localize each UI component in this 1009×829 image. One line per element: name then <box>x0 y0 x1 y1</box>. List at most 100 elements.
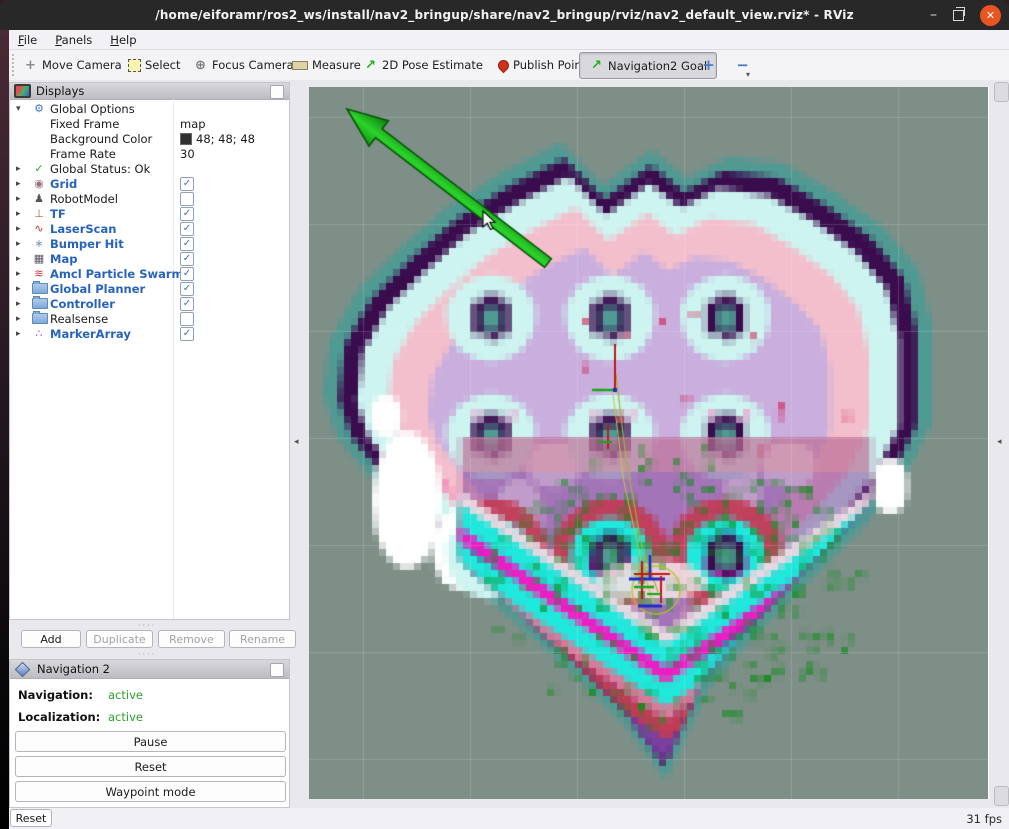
rename-button: Rename <box>229 630 296 648</box>
tool-2d-pose-estimate[interactable]: ↗2D Pose Estimate <box>363 54 483 76</box>
tree-row-controller[interactable]: ▸Controller✓ <box>10 296 289 311</box>
tool-dropdown-caret[interactable]: ▾ <box>746 70 750 79</box>
enabled-checkbox[interactable]: ✓ <box>180 207 194 221</box>
navigation2-panel-header[interactable]: Navigation 2 <box>10 660 289 679</box>
tree-row-label: Grid <box>50 177 77 191</box>
tool-add-tool[interactable]: + <box>701 54 716 76</box>
minimize-icon[interactable]: – <box>930 10 937 20</box>
displays-panel-header[interactable]: Displays <box>10 83 289 100</box>
tree-row-realsense[interactable]: ▸ Realsense <box>10 311 289 326</box>
enabled-checkbox[interactable]: ✓ <box>180 237 194 251</box>
property-value[interactable]: map <box>180 117 206 131</box>
enabled-checkbox[interactable] <box>180 192 194 206</box>
tool-label: Measure <box>312 58 361 72</box>
enabled-checkbox[interactable]: ✓ <box>180 177 194 191</box>
expander-right-icon[interactable]: ▸ <box>16 299 26 309</box>
splitter-dots[interactable]: ···· <box>138 621 156 630</box>
tree-row-amcl-particle-swarm[interactable]: ▸≋Amcl Particle Swarm✓ <box>10 266 289 281</box>
restore-icon[interactable] <box>953 10 964 21</box>
publish-point-icon <box>496 57 512 73</box>
enabled-checkbox[interactable]: ✓ <box>180 327 194 341</box>
right-splitter-handle[interactable] <box>994 786 1009 806</box>
tree-row-label: Global Options <box>50 102 135 116</box>
expander-right-icon[interactable]: ▸ <box>16 254 26 264</box>
toolbar-drag-handle[interactable] <box>12 54 14 76</box>
fps-counter: 31 fps <box>966 812 1002 826</box>
expander-down-icon[interactable]: ▾ <box>16 104 26 114</box>
expander-right-icon[interactable]: ▸ <box>16 239 26 249</box>
enabled-checkbox[interactable]: ✓ <box>180 282 194 296</box>
displays-float-button[interactable] <box>270 85 284 99</box>
time-reset-button[interactable]: Reset <box>10 809 52 827</box>
enabled-checkbox[interactable] <box>180 312 194 326</box>
window-title: /home/eiforamr/ros2_ws/install/nav2_brin… <box>155 8 854 22</box>
measure-icon <box>292 61 308 70</box>
tree-row-frame-rate[interactable]: Frame Rate30 <box>10 146 289 161</box>
add-button[interactable]: Add <box>21 630 81 648</box>
remove-button: Remove <box>158 630 225 648</box>
tree-row-background-color[interactable]: Background Color 48; 48; 48 <box>10 131 289 146</box>
tree-row-tf[interactable]: ▸ ⊥ TF ✓ <box>10 206 289 221</box>
tree-row-label: Realsense <box>50 312 108 326</box>
tree-row-global-options[interactable]: ▾ ⚙ Global Options <box>10 101 289 116</box>
tf-axes-icon: ⊥ <box>32 207 46 220</box>
tool-publish-point[interactable]: Publish Point <box>498 54 586 76</box>
gear-icon: ⚙ <box>32 102 46 115</box>
tree-row-robotmodel[interactable]: ▸♟RobotModel <box>10 191 289 206</box>
displays-tree: ▾ ⚙ Global OptionsFixed FramemapBackground… <box>10 99 289 619</box>
status-check-icon: ✓ <box>32 162 46 175</box>
tree-row-fixed-frame[interactable]: Fixed Framemap <box>10 116 289 131</box>
tool-move-camera[interactable]: +Move Camera <box>23 54 122 76</box>
displays-panel-title: Displays <box>36 84 84 98</box>
enabled-checkbox[interactable]: ✓ <box>180 267 194 281</box>
expander-right-icon[interactable]: ▸ <box>16 269 26 279</box>
tree-row-bumper-hit[interactable]: ▸∗Bumper Hit✓ <box>10 236 289 251</box>
menu-item-file[interactable]: File <box>9 33 46 47</box>
expander-right-icon[interactable]: ▸ <box>16 314 26 324</box>
tree-row-grid[interactable]: ▸◉Grid✓ <box>10 176 289 191</box>
expander-right-icon[interactable]: ▸ <box>16 194 26 204</box>
expander-right-icon[interactable]: ▸ <box>16 224 26 234</box>
left-splitter-collapse-icon[interactable]: ◂ <box>294 437 299 447</box>
tree-row-global-status-ok[interactable]: ▸✓Global Status: Ok <box>10 161 289 176</box>
tree-row-laserscan[interactable]: ▸∿LaserScan✓ <box>10 221 289 236</box>
tree-row-markerarray[interactable]: ▸∴MarkerArray✓ <box>10 326 289 341</box>
tree-row-label: TF <box>50 207 66 221</box>
property-value[interactable]: 30 <box>180 147 195 161</box>
tool-select[interactable]: Select <box>128 54 180 76</box>
tree-row-global-planner[interactable]: ▸Global Planner✓ <box>10 281 289 296</box>
enabled-checkbox[interactable]: ✓ <box>180 297 194 311</box>
right-splitter-collapse-icon[interactable]: ◂ <box>997 437 1002 447</box>
expander-right-icon[interactable]: ▸ <box>16 179 26 189</box>
tree-row-map[interactable]: ▸▦Map✓ <box>10 251 289 266</box>
expander-right-icon[interactable]: ▸ <box>16 284 26 294</box>
menu-item-help[interactable]: Help <box>101 33 145 47</box>
waypoint-mode-button[interactable]: Waypoint mode <box>15 781 286 802</box>
navigation2-panel-title: Navigation 2 <box>37 662 110 676</box>
tool-measure[interactable]: Measure <box>292 54 361 76</box>
reset-button[interactable]: Reset <box>15 756 286 777</box>
property-value[interactable]: 48; 48; 48 <box>180 132 255 146</box>
rviz-window: /home/eiforamr/ros2_ws/install/nav2_brin… <box>0 0 1009 829</box>
enabled-checkbox[interactable]: ✓ <box>180 222 194 236</box>
plus-tool-icon: + <box>701 58 716 73</box>
3d-viewport[interactable] <box>309 87 989 799</box>
close-icon[interactable]: ✕ <box>980 5 1001 26</box>
enabled-checkbox[interactable]: ✓ <box>180 252 194 266</box>
expander-right-icon[interactable]: ▸ <box>16 329 26 339</box>
navigation2-float-button[interactable] <box>270 663 284 677</box>
tool-focus-camera[interactable]: ⊕Focus Camera <box>193 54 294 76</box>
menu-item-panels[interactable]: Panels <box>46 33 101 47</box>
navigation2-panel: Navigation 2 Navigation:activeLocalizati… <box>9 659 290 808</box>
laserscan-icon: ∿ <box>32 222 46 235</box>
tree-row-label: Map <box>50 252 77 266</box>
expander-right-icon[interactable]: ▸ <box>16 164 26 174</box>
title-bar[interactable]: /home/eiforamr/ros2_ws/install/nav2_brin… <box>0 0 1009 30</box>
tree-row-label: Background Color <box>50 132 152 146</box>
expander-right-icon[interactable]: ▸ <box>16 209 26 219</box>
pause-button[interactable]: Pause <box>15 731 286 752</box>
costmap-canvas[interactable] <box>309 87 988 799</box>
splitter-dots[interactable]: ···· <box>138 650 156 659</box>
tool-navigation2-goal[interactable]: ↗Navigation2 Goal <box>579 52 717 79</box>
right-splitter-handle[interactable] <box>994 82 1009 102</box>
